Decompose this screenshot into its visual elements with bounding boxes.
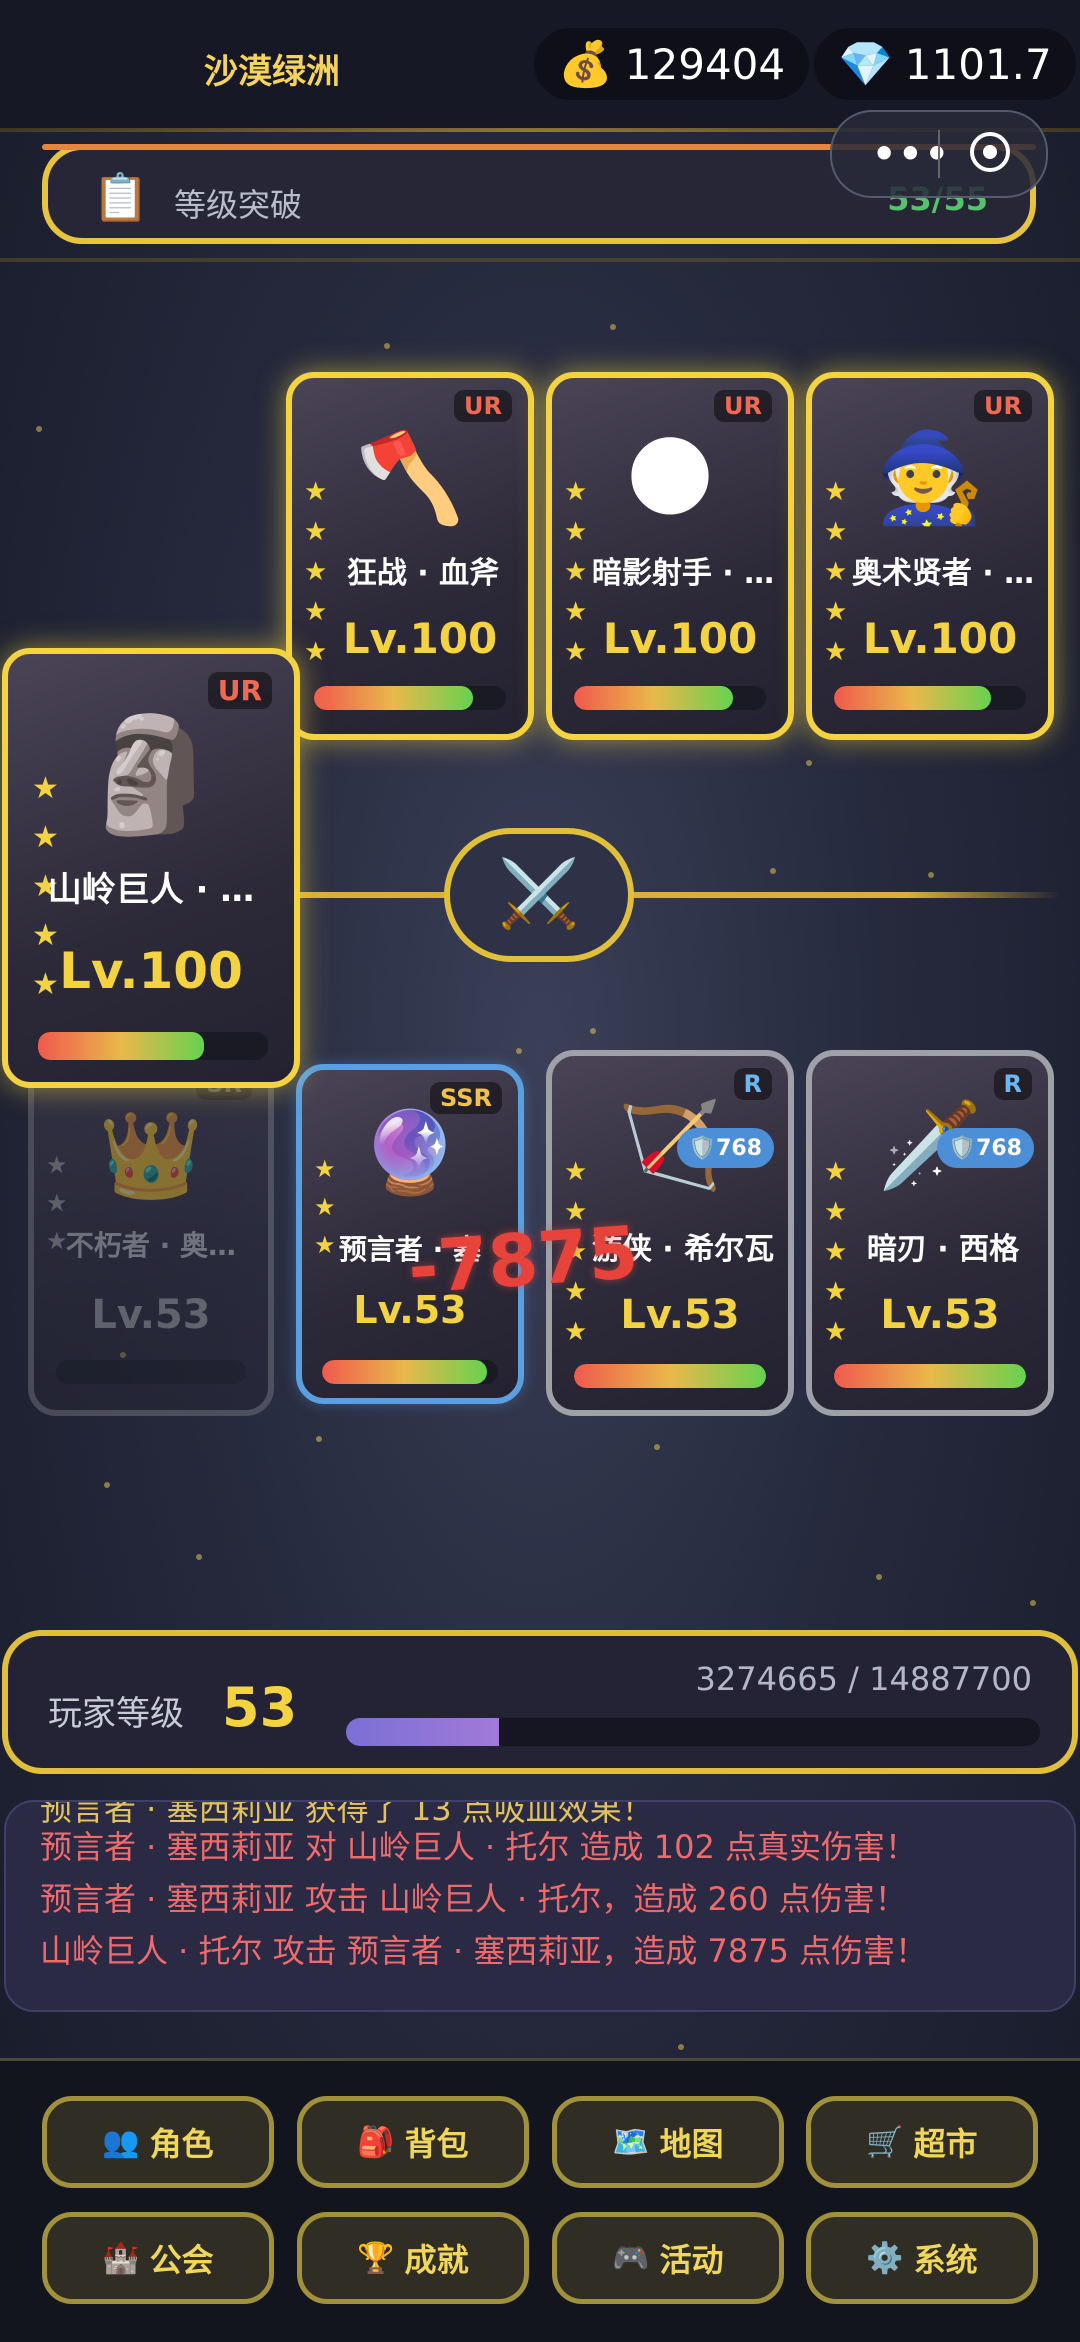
- player-level-label: 玩家等级: [48, 1694, 184, 1734]
- player-level-panel: 玩家等级 53 3274665 / 14887700: [2, 1630, 1078, 1774]
- enemy-card-3[interactable]: UR 🧙 ★ ★ ★ ★ ★ 奥术贤者 · … Lv.100: [806, 372, 1054, 740]
- battle-log[interactable]: 预言者 · 塞西莉亚 获得了 13 点吸血效果！ 预言者 · 塞西莉亚 对 山岭…: [4, 1800, 1076, 2012]
- enemy-level: Lv.100: [862, 614, 1018, 663]
- ally-level: Lv.53: [880, 1292, 1000, 1338]
- hp-fill: [322, 1360, 488, 1384]
- axe-icon: 🪓: [355, 426, 465, 529]
- nav-system-button[interactable]: ⚙️ 系统: [806, 2212, 1038, 2304]
- ally-hp-bar: [574, 1364, 766, 1388]
- rarity-badge: UR: [207, 672, 272, 709]
- map-icon: 🗺️: [612, 2124, 650, 2160]
- backpack-icon: 🎒: [357, 2124, 395, 2160]
- log-line: 预言者 · 塞西莉亚 对 山岭巨人 · 托尔 造成 102 点真实伤害！: [40, 1828, 917, 1866]
- rarity-badge: UR: [974, 390, 1032, 422]
- people-icon: 👥: [102, 2124, 140, 2160]
- shield-badge: 🛡️ 768: [936, 1128, 1034, 1168]
- nav-achievement-button[interactable]: 🏆 成就: [297, 2212, 529, 2304]
- enemy-level: Lv.100: [342, 614, 498, 663]
- gem-amount: 1101.7: [904, 39, 1052, 89]
- ally-name: 暗刃 · 西格: [866, 1232, 1020, 1267]
- enemy-card-2[interactable]: UR 🌑 ★ ★ ★ ★ ★ 暗影射手 · … Lv.100: [546, 372, 794, 740]
- clipboard-icon: 📋: [92, 170, 150, 224]
- location-name: 沙漠绿洲: [204, 52, 340, 92]
- mage-icon: 🧙: [875, 426, 985, 529]
- player-exp-text: 3274665 / 14887700: [695, 1660, 1032, 1698]
- hp-fill: [834, 686, 992, 710]
- quest-title: 等级突破: [174, 186, 303, 224]
- crossed-swords-icon: ⚔️: [497, 855, 581, 932]
- hp-fill: [574, 686, 734, 710]
- shield-badge: 🛡️ 768: [676, 1128, 774, 1168]
- gem-counter[interactable]: 💎 1101.7: [814, 28, 1076, 100]
- gear-icon: ⚙️: [866, 2240, 904, 2276]
- hp-fill: [574, 1364, 766, 1388]
- nav-label: 地图: [659, 2125, 724, 2163]
- enemy-name: 暗影射手 · …: [591, 556, 775, 591]
- log-line: 山岭巨人 · 托尔 攻击 预言者 · 塞西莉亚，造成 7875 点伤害！: [40, 1932, 928, 1970]
- enemy-hp-bar: [574, 686, 766, 710]
- ally-card-4[interactable]: R 🗡️ 🛡️ 768 ★ ★ ★ ★ ★ 暗刃 · 西格 Lv.53: [806, 1050, 1054, 1416]
- nav-bag-button[interactable]: 🎒 背包: [297, 2096, 529, 2188]
- shield-value: 768: [976, 1135, 1022, 1161]
- damage-popup: -7875: [405, 1210, 641, 1310]
- ally-hp-bar: [322, 1360, 498, 1384]
- nav-label: 超市: [913, 2125, 978, 2163]
- nav-role-button[interactable]: 👥 角色: [42, 2096, 274, 2188]
- shield-icon: 🛡️: [948, 1135, 977, 1161]
- close-target-icon[interactable]: [970, 132, 1010, 172]
- enemy-card-1[interactable]: UR 🪓 ★ ★ ★ ★ ★ 狂战 · 血斧 Lv.100: [286, 372, 534, 740]
- cart-icon: 🛒: [866, 2124, 904, 2160]
- money-bag-icon: 💰: [558, 39, 613, 90]
- enemy-name: 狂战 · 血斧: [346, 556, 500, 591]
- battle-button[interactable]: ⚔️: [444, 828, 634, 962]
- log-line: 预言者 · 塞西莉亚 攻击 山岭巨人 · 托尔，造成 260 点伤害！: [40, 1880, 907, 1918]
- castle-icon: 🏰: [102, 2240, 140, 2276]
- battle-line: [300, 892, 1060, 898]
- ally-card-1[interactable]: SR 👑 ★★★ 不朽者 · 奥… Lv.53: [28, 1050, 274, 1416]
- player-level-value: 53: [222, 1676, 298, 1739]
- boss-card[interactable]: UR 🗿 ★ ★ ★ ★ ★ 山岭巨人 · … Lv.100: [2, 648, 300, 1088]
- boss-hp-bar: [38, 1032, 268, 1060]
- ally-hp-bar: [834, 1364, 1026, 1388]
- dark-moon-icon: 🌑: [624, 426, 716, 529]
- nav-shop-button[interactable]: 🛒 超市: [806, 2096, 1038, 2188]
- enemy-level: Lv.100: [602, 614, 758, 663]
- boss-level: Lv.100: [59, 942, 243, 1000]
- enemy-hp-bar: [834, 686, 1026, 710]
- rarity-badge: UR: [454, 390, 512, 422]
- nav-guild-button[interactable]: 🏰 公会: [42, 2212, 274, 2304]
- enemy-name: 奥术贤者 · …: [851, 556, 1035, 591]
- nav-map-button[interactable]: 🗺️ 地图: [552, 2096, 784, 2188]
- nav-label: 角色: [149, 2125, 214, 2163]
- ally-name: 不朽者 · 奥…: [65, 1229, 237, 1262]
- header-divider: [0, 258, 1080, 262]
- gamepad-icon: 🎮: [612, 2240, 650, 2276]
- trophy-icon: 🏆: [357, 2240, 395, 2276]
- shield-icon: 🛡️: [688, 1135, 717, 1161]
- ally-level: Lv.53: [620, 1292, 740, 1338]
- nav-label: 系统: [913, 2241, 978, 2279]
- hp-fill: [38, 1032, 204, 1060]
- rarity-badge: UR: [714, 390, 772, 422]
- capsule-separator: [938, 130, 940, 178]
- nav-label: 公会: [149, 2241, 214, 2279]
- boss-name: 山岭巨人 · …: [47, 870, 255, 910]
- diamond-icon: 💎: [838, 39, 893, 90]
- ally-hp-bar: [56, 1360, 246, 1384]
- player-exp-bar: [346, 1718, 1040, 1746]
- shield-value: 768: [716, 1135, 762, 1161]
- nav-label: 成就: [404, 2241, 469, 2279]
- nav-label: 活动: [659, 2241, 724, 2279]
- exp-fill: [346, 1718, 499, 1746]
- gold-amount: 129404: [624, 39, 786, 89]
- mini-program-capsule: •••: [830, 110, 1048, 198]
- nav-label: 背包: [404, 2125, 469, 2163]
- crown-icon: 👑: [98, 1106, 204, 1204]
- enemy-hp-bar: [314, 686, 506, 710]
- gold-counter[interactable]: 💰 129404: [534, 28, 810, 100]
- ally-level: Lv.53: [91, 1292, 211, 1338]
- nav-event-button[interactable]: 🎮 活动: [552, 2212, 784, 2304]
- hp-fill: [834, 1364, 1026, 1388]
- hp-fill: [314, 686, 474, 710]
